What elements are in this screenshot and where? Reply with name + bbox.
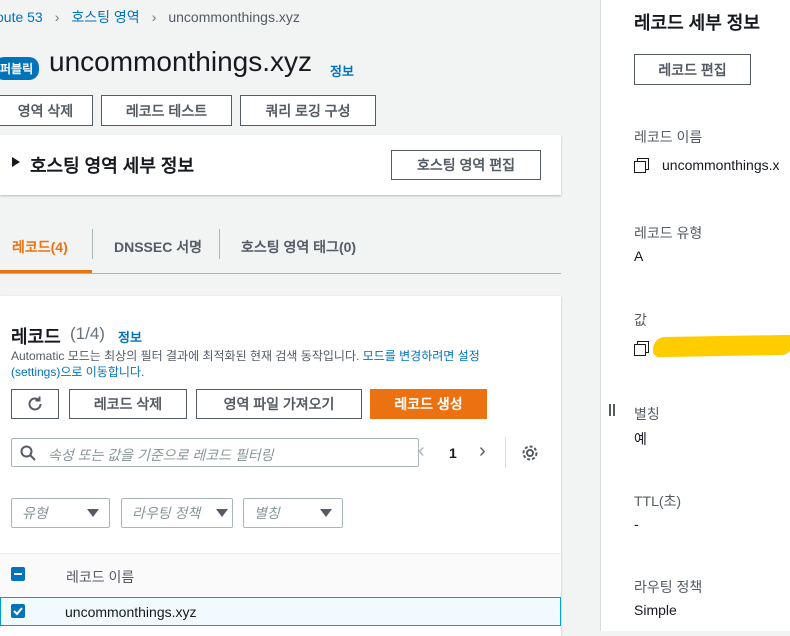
gear-icon[interactable] bbox=[521, 444, 539, 462]
configure-query-logging-button[interactable]: 쿼리 로깅 구성 bbox=[240, 95, 376, 126]
records-description-text: Automatic 모드는 최상의 필터 결과에 최적화된 현재 검색 동작입니… bbox=[11, 349, 363, 363]
value-record-type: A bbox=[634, 248, 644, 264]
breadcrumb-route53[interactable]: oute 53 bbox=[0, 9, 43, 25]
delete-zone-button[interactable]: 영역 삭제 bbox=[0, 95, 93, 126]
row-checkbox[interactable] bbox=[11, 604, 25, 618]
page-number[interactable]: 1 bbox=[449, 445, 457, 461]
column-header-record-name[interactable]: 레코드 이름 bbox=[66, 567, 134, 587]
alias-filter-select[interactable]: 별칭 bbox=[243, 498, 343, 528]
chevron-right-icon: › bbox=[151, 9, 157, 25]
hosted-zone-details-panel: 호스팅 영역 세부 정보 호스팅 영역 편집 bbox=[0, 135, 561, 195]
delete-record-button[interactable]: 레코드 삭제 bbox=[69, 389, 187, 419]
search-placeholder: 속성 또는 값을 기준으로 레코드 필터링 bbox=[48, 447, 274, 463]
breadcrumb: oute 53 › 호스팅 영역 › uncommonthings.xyz bbox=[0, 7, 300, 27]
row-record-name[interactable]: uncommonthings.xyz bbox=[65, 604, 197, 620]
minus-icon bbox=[14, 573, 22, 575]
breadcrumb-current: uncommonthings.xyz bbox=[168, 9, 300, 25]
tab-dnssec[interactable]: DNSSEC 서명 bbox=[114, 237, 202, 257]
value-ttl: - bbox=[634, 516, 639, 532]
checkmark-icon bbox=[13, 607, 23, 616]
redaction-mark bbox=[652, 334, 790, 358]
records-count: (1/4) bbox=[70, 324, 105, 343]
chevron-right-icon[interactable]: › bbox=[479, 440, 486, 463]
type-filter-label: 유형 bbox=[22, 505, 48, 521]
test-record-button[interactable]: 레코드 테스트 bbox=[101, 95, 232, 126]
edit-hosted-zone-button[interactable]: 호스팅 영역 편집 bbox=[391, 150, 541, 180]
search-icon bbox=[20, 445, 36, 461]
record-details-title: 레코드 세부 정보 bbox=[634, 13, 760, 33]
routing-policy-filter-select[interactable]: 라우팅 정책 bbox=[121, 498, 233, 528]
public-badge: 퍼블릭 bbox=[0, 57, 40, 80]
refresh-icon bbox=[28, 396, 42, 411]
copy-icon[interactable] bbox=[634, 341, 649, 356]
import-zone-file-button[interactable]: 영역 파일 가져오기 bbox=[196, 389, 362, 419]
page-title: uncommonthings.xyz bbox=[49, 46, 313, 77]
label-record-name: 레코드 이름 bbox=[634, 129, 703, 145]
alias-filter-label: 별칭 bbox=[254, 505, 280, 521]
label-routing-policy: 라우팅 정책 bbox=[634, 579, 703, 595]
caret-right-icon[interactable] bbox=[12, 157, 20, 167]
tab-divider bbox=[92, 229, 93, 259]
hosted-zone-details-title[interactable]: 호스팅 영역 세부 정보 bbox=[30, 152, 194, 178]
label-value: 값 bbox=[634, 312, 647, 328]
records-title: 레코드 bbox=[11, 327, 61, 347]
value-alias: 예 bbox=[634, 431, 647, 447]
select-all-checkbox[interactable] bbox=[11, 567, 25, 581]
records-description: Automatic 모드는 최상의 필터 결과에 최적화된 현재 검색 동작입니… bbox=[11, 348, 531, 380]
chevron-left-icon[interactable]: ‹ bbox=[418, 440, 425, 463]
resize-handle-icon[interactable] bbox=[608, 404, 616, 418]
caret-down-icon bbox=[87, 509, 99, 517]
caret-down-icon bbox=[320, 509, 332, 517]
tab-divider bbox=[219, 229, 220, 259]
caret-down-icon bbox=[216, 509, 228, 517]
edit-record-button[interactable]: 레코드 편집 bbox=[634, 54, 751, 85]
create-record-button[interactable]: 레코드 생성 bbox=[370, 389, 487, 419]
label-alias: 별칭 bbox=[634, 406, 660, 422]
records-info-link[interactable]: 정보 bbox=[118, 327, 142, 346]
value-routing-policy: Simple bbox=[634, 602, 677, 618]
records-filter-input[interactable]: 속성 또는 값을 기준으로 레코드 필터링 bbox=[11, 438, 419, 467]
value-record-name: uncommonthings.x bbox=[662, 157, 780, 173]
pagination-divider bbox=[505, 438, 506, 468]
tabs-underline bbox=[0, 273, 561, 274]
tab-records[interactable]: 레코드(4) bbox=[12, 237, 68, 257]
routing-policy-filter-label: 라우팅 정책 bbox=[132, 505, 201, 521]
record-details-panel: 레코드 세부 정보 레코드 편집 레코드 이름 uncommonthings.x… bbox=[600, 0, 790, 631]
refresh-button[interactable] bbox=[11, 389, 59, 419]
table-row[interactable]: uncommonthings.xyz bbox=[0, 597, 561, 626]
records-panel: 레코드 (1/4) 정보 Automatic 모드는 최상의 필터 결과에 최적… bbox=[0, 296, 561, 636]
breadcrumb-hosted-zones[interactable]: 호스팅 영역 bbox=[71, 7, 139, 27]
label-ttl: TTL(초) bbox=[634, 493, 682, 509]
type-filter-select[interactable]: 유형 bbox=[11, 498, 110, 528]
tab-tags[interactable]: 호스팅 영역 태그(0) bbox=[241, 237, 356, 257]
label-record-type: 레코드 유형 bbox=[634, 225, 703, 241]
copy-icon[interactable] bbox=[634, 158, 649, 173]
info-link[interactable]: 정보 bbox=[330, 61, 354, 80]
table-header: 레코드 이름 bbox=[0, 554, 561, 597]
chevron-right-icon: › bbox=[54, 9, 60, 25]
